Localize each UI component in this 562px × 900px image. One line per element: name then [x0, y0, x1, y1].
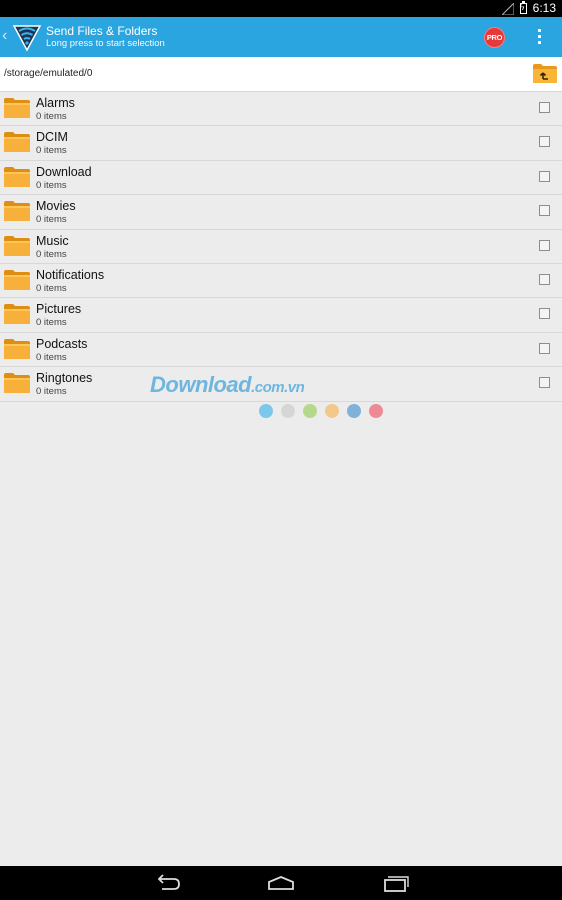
status-icons: 6:13: [501, 1, 556, 16]
path-bar: /storage/emulated/0: [0, 57, 562, 92]
home-icon[interactable]: [267, 874, 295, 892]
watermark-text: Download: [150, 372, 252, 397]
status-bar: 6:13: [0, 0, 562, 17]
folder-item-count: 0 items: [36, 111, 67, 122]
page-subtitle: Long press to start selection: [46, 38, 165, 49]
folder-name: Notifications: [36, 267, 105, 282]
folder-item-count: 0 items: [36, 282, 67, 294]
folder-item-count: 0 items: [36, 179, 67, 191]
watermark-suffix: .com.vn: [251, 379, 305, 396]
watermark-dot: [369, 404, 383, 418]
folder-name: Movies: [36, 199, 76, 214]
watermark-logo: Download.com.vn: [150, 372, 305, 398]
folder-name: Alarms: [36, 96, 75, 110]
folder-row[interactable]: Download 0 items: [0, 160, 562, 196]
folder-row[interactable]: DCIM 0 items: [0, 126, 562, 161]
select-checkbox[interactable]: [539, 205, 550, 217]
folder-item-count: 0 items: [36, 145, 67, 157]
folder-name: Pictures: [36, 302, 82, 317]
folder-row[interactable]: Podcasts 0 items: [0, 332, 562, 368]
folder-item-count: 0 items: [36, 351, 67, 363]
select-checkbox[interactable]: [539, 308, 550, 320]
folder-item-count: 0 items: [36, 214, 67, 226]
folder-icon: [4, 201, 30, 222]
folder-name: Ringtones: [36, 371, 93, 386]
back-icon[interactable]: [154, 874, 182, 892]
folder-row[interactable]: Pictures 0 items: [0, 298, 562, 333]
file-list: Alarms 0 items DCIM 0 items Download 0 items M…: [0, 92, 562, 402]
select-checkbox[interactable]: [539, 377, 550, 389]
folder-icon: [4, 235, 30, 256]
folder-icon: [4, 304, 30, 325]
watermark-dots: [259, 404, 383, 418]
select-checkbox[interactable]: [539, 239, 550, 251]
overflow-menu-icon[interactable]: [530, 27, 548, 47]
clock: 6:13: [532, 1, 556, 15]
select-checkbox[interactable]: [539, 342, 550, 354]
folder-icon: [4, 132, 30, 153]
select-checkbox[interactable]: [539, 170, 550, 182]
pro-button[interactable]: PRO: [484, 27, 505, 48]
folder-icon: [4, 98, 30, 118]
select-checkbox[interactable]: [539, 102, 550, 113]
watermark-dot: [325, 404, 339, 418]
select-checkbox[interactable]: [539, 273, 550, 285]
folder-up-icon[interactable]: [532, 62, 558, 84]
action-bar: ‹ Send Files & Folders Long press to sta…: [0, 17, 562, 57]
screen: 6:13 ‹ Send Files & Folders Long press t…: [0, 0, 562, 900]
folder-item-count: 0 items: [36, 248, 67, 260]
folder-item-count: 0 items: [36, 317, 67, 329]
folder-icon: [4, 373, 30, 394]
folder-row[interactable]: Movies 0 items: [0, 195, 562, 230]
folder-row[interactable]: Alarms 0 items: [0, 92, 562, 127]
wifi-shield-icon[interactable]: [11, 21, 43, 53]
folder-name: Download: [36, 164, 92, 179]
folder-row[interactable]: Notifications 0 items: [0, 263, 562, 299]
folder-icon: [4, 269, 30, 290]
folder-name: DCIM: [36, 130, 68, 145]
folder-item-count: 0 items: [36, 386, 67, 398]
folder-name: Music: [36, 233, 69, 248]
folder-icon: [4, 338, 30, 359]
watermark-dot: [281, 404, 295, 418]
select-checkbox[interactable]: [539, 136, 550, 148]
battery-icon: [519, 1, 527, 14]
recent-apps-icon[interactable]: [382, 874, 410, 892]
up-navigation-icon[interactable]: ‹: [2, 27, 7, 45]
page-title: Send Files & Folders: [46, 24, 158, 38]
folder-icon: [4, 166, 30, 187]
navigation-bar: [0, 866, 562, 900]
folder-row[interactable]: Music 0 items: [0, 229, 562, 264]
action-bar-titles: Send Files & Folders Long press to start…: [46, 24, 165, 50]
watermark-dot: [347, 404, 361, 418]
current-path: /storage/emulated/0: [4, 68, 93, 79]
folder-name: Podcasts: [36, 336, 88, 351]
signal-icon: [501, 2, 514, 15]
watermark-dot: [259, 404, 273, 418]
watermark-dot: [303, 404, 317, 418]
